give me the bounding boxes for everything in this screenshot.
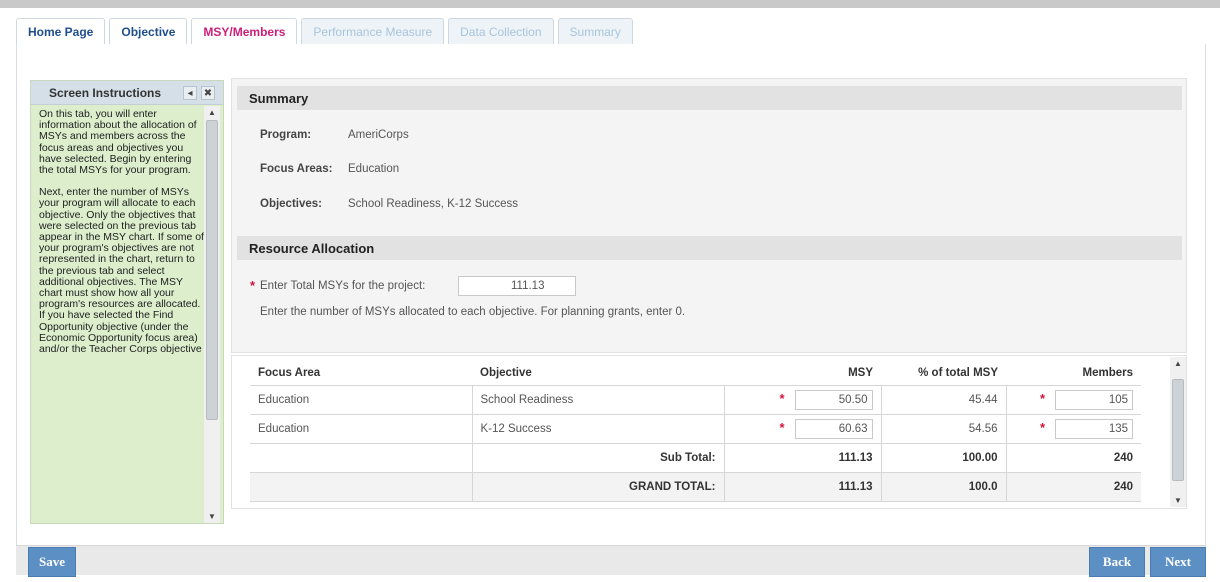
- subtotal-msy: 111.13: [723, 443, 881, 473]
- column-header: MSY: [724, 361, 881, 386]
- top-band: [0, 0, 1220, 8]
- scroll-down-icon[interactable]: ▼: [1170, 496, 1186, 505]
- subtotal-row: Sub Total: 111.13 100.00 240: [250, 443, 1141, 473]
- instructions-paragraph: Next, enter the number of MSYs your prog…: [39, 186, 204, 356]
- required-marker: *: [1039, 419, 1045, 435]
- program-value: AmeriCorps: [348, 129, 409, 141]
- required-marker: *: [1039, 390, 1045, 406]
- tab-home-page[interactable]: Home Page: [16, 18, 106, 44]
- tab-performance-measure: Performance Measure: [301, 18, 445, 44]
- grand-total-members: 240: [1005, 472, 1141, 502]
- total-msy-input[interactable]: 111.13: [458, 276, 576, 296]
- grand-total-label: GRAND TOTAL:: [471, 472, 724, 502]
- back-button[interactable]: Back: [1089, 547, 1145, 577]
- scroll-thumb[interactable]: [1172, 379, 1184, 481]
- instructions-paragraph: On this tab, you will enter information …: [39, 108, 197, 177]
- tab-summary: Summary: [557, 18, 633, 44]
- allocation-note: Enter the number of MSYs allocated to ea…: [260, 306, 686, 318]
- column-header: Members: [1006, 361, 1141, 386]
- save-button[interactable]: Save: [28, 547, 76, 577]
- next-button[interactable]: Next: [1150, 547, 1206, 577]
- instructions-text: On this tab, you will enter information …: [39, 108, 204, 366]
- members-input[interactable]: 135: [1055, 418, 1133, 439]
- members-cell: * 105: [1005, 385, 1141, 415]
- bottom-action-bar: [16, 545, 1206, 575]
- tab-msy-members[interactable]: MSY/Members: [191, 18, 298, 44]
- tab-data-collection: Data Collection: [448, 18, 554, 44]
- tab-bar: Home Page Objective MSY/Members Performa…: [16, 18, 637, 44]
- collapse-icon[interactable]: ◂: [183, 86, 197, 100]
- subtotal-pct: 100.00: [880, 443, 1006, 473]
- members-cell: * 135: [1005, 414, 1141, 444]
- grand-total-pct: 100.0: [880, 472, 1006, 502]
- scroll-thumb[interactable]: [206, 120, 218, 420]
- empty-cell: [250, 443, 472, 473]
- column-header: Focus Area: [250, 361, 472, 386]
- instructions-header: Screen Instructions ◂ ✖: [31, 81, 223, 105]
- resource-allocation-heading: Resource Allocation: [237, 236, 1182, 260]
- summary-heading: Summary: [237, 86, 1182, 110]
- column-header: Objective: [472, 361, 724, 386]
- pct-cell: 45.44: [880, 385, 1006, 415]
- scroll-down-icon[interactable]: ▼: [204, 512, 220, 521]
- required-marker: *: [779, 419, 785, 435]
- objectives-label: Objectives:: [260, 198, 322, 210]
- msy-input[interactable]: 50.50: [794, 389, 873, 410]
- table-scrollbar[interactable]: ▲ ▼: [1170, 357, 1186, 507]
- tab-objective[interactable]: Objective: [109, 18, 188, 44]
- table-row: Education K-12 Success * 60.63 54.56 * 135: [250, 414, 1141, 444]
- instructions-title: Screen Instructions: [49, 86, 162, 100]
- focus-area-cell: Education: [250, 414, 472, 444]
- close-icon[interactable]: ✖: [201, 86, 215, 100]
- focus-areas-label: Focus Areas:: [260, 163, 333, 175]
- empty-cell: [250, 472, 472, 502]
- screen-instructions-panel: Screen Instructions ◂ ✖ On this tab, you…: [30, 80, 224, 524]
- subtotal-label: Sub Total:: [471, 443, 724, 473]
- msy-cell: * 50.50: [723, 385, 881, 415]
- objective-cell: K-12 Success: [471, 414, 724, 444]
- objective-cell: School Readiness: [471, 385, 724, 415]
- pct-cell: 54.56: [880, 414, 1006, 444]
- scroll-up-icon[interactable]: ▲: [204, 108, 220, 117]
- table-header-row: Focus Area Objective MSY % of total MSY …: [250, 361, 1141, 386]
- required-marker: *: [779, 390, 785, 406]
- subtotal-members: 240: [1005, 443, 1141, 473]
- focus-area-cell: Education: [250, 385, 472, 415]
- grand-total-row: GRAND TOTAL: 111.13 100.0 240: [250, 472, 1141, 502]
- column-header: % of total MSY: [881, 361, 1006, 386]
- msy-input[interactable]: 60.63: [794, 418, 873, 439]
- msy-cell: * 60.63: [723, 414, 881, 444]
- focus-areas-value: Education: [348, 163, 400, 175]
- members-input[interactable]: 105: [1055, 389, 1133, 410]
- scroll-up-icon[interactable]: ▲: [1170, 359, 1186, 368]
- required-marker: *: [250, 278, 256, 293]
- program-label: Program:: [260, 129, 312, 141]
- table-row: Education School Readiness * 50.50 45.44 …: [250, 385, 1141, 415]
- total-msy-label: Enter Total MSYs for the project:: [260, 280, 426, 292]
- instructions-scrollbar[interactable]: ▲ ▼: [204, 106, 220, 523]
- grand-total-msy: 111.13: [723, 472, 881, 502]
- objectives-value: School Readiness, K-12 Success: [348, 198, 519, 210]
- msy-allocation-table: Focus Area Objective MSY % of total MSY …: [250, 361, 1141, 502]
